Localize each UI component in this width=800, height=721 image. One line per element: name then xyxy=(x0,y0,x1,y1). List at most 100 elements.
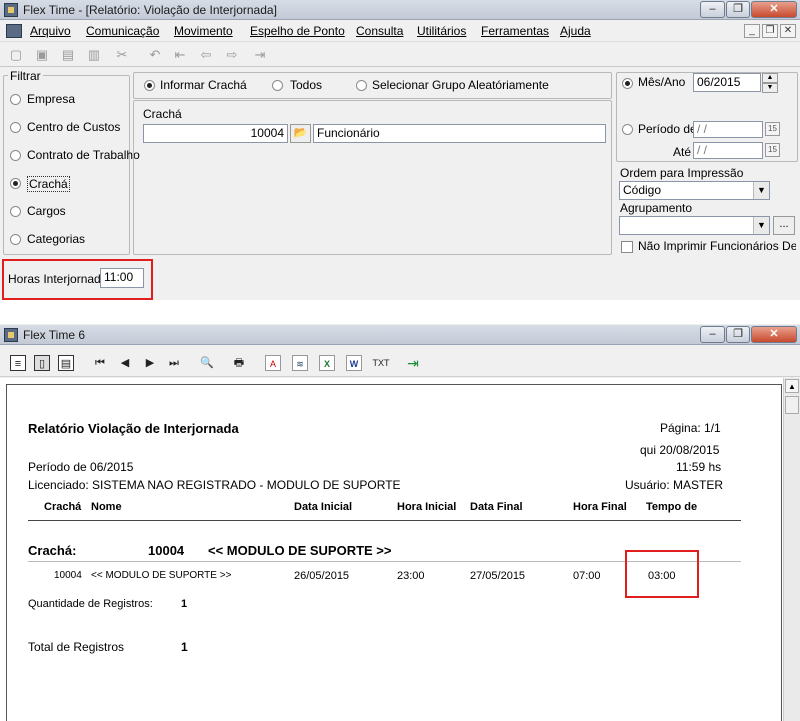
group-name: << MODULO DE SUPORTE >> xyxy=(208,543,392,558)
whole-page-icon[interactable]: ≡ xyxy=(10,355,26,371)
ordem-select[interactable]: Código ▼ xyxy=(619,181,770,200)
cracha-label: Crachá xyxy=(143,107,182,121)
menu-ferramentas[interactable]: Ferramentas xyxy=(481,24,549,38)
agrupamento-more-button[interactable]: ... xyxy=(773,216,795,235)
menu-comunicacao[interactable]: Comunicação xyxy=(86,24,159,38)
mdi-restore-button[interactable]: ❐ xyxy=(762,24,778,38)
qty-label: Quantidade de Registros: xyxy=(28,598,153,610)
report-title: Relatório Violação de Interjornada xyxy=(28,421,239,436)
excel-export-icon[interactable]: X xyxy=(319,355,335,371)
first-page-icon[interactable]: ⏮ xyxy=(93,355,107,371)
mes-ano-down-button[interactable]: ▼ xyxy=(762,83,778,93)
prev-icon[interactable]: ⇦ xyxy=(198,47,214,63)
radio-centro-de-custos[interactable] xyxy=(10,122,21,133)
last-icon[interactable]: ⇥ xyxy=(252,47,268,63)
menu-espelho-de-ponto[interactable]: Espelho de Ponto xyxy=(250,24,345,38)
chevron-down-icon[interactable]: ▼ xyxy=(753,217,769,234)
radio-periodo[interactable] xyxy=(622,124,633,135)
folder-search-icon[interactable]: 📂 xyxy=(290,124,311,143)
menu-movimento[interactable]: Movimento xyxy=(174,24,233,38)
html-export-icon[interactable]: ≋ xyxy=(292,355,308,371)
radio-cracha[interactable] xyxy=(10,178,21,189)
next-page-icon[interactable]: ▶ xyxy=(143,355,157,371)
prev-page-icon[interactable]: ◀ xyxy=(118,355,132,371)
radio-cargos[interactable] xyxy=(10,206,21,217)
column-header-cracha: Crachá xyxy=(44,501,82,513)
close-button[interactable]: ✕ xyxy=(751,326,797,343)
copy-icon[interactable]: ▣ xyxy=(34,47,50,63)
menu-ajuda[interactable]: Ajuda xyxy=(560,24,591,38)
periodo-from-input[interactable]: / / xyxy=(693,121,763,138)
row-data-inicial: 26/05/2015 xyxy=(294,570,350,582)
ordem-label: Ordem para Impressão xyxy=(620,166,744,180)
agrupamento-select[interactable]: ▼ xyxy=(619,216,770,235)
mdi-close-button[interactable]: ✕ xyxy=(780,24,796,38)
chevron-down-icon[interactable]: ▼ xyxy=(753,182,769,199)
radio-categorias[interactable] xyxy=(10,234,21,245)
mdi-minimize-button[interactable]: _ xyxy=(744,24,760,38)
scroll-up-arrow[interactable]: ▲ xyxy=(785,379,799,393)
cut-icon[interactable]: ✂ xyxy=(114,47,130,63)
report-window-title: Flex Time 6 xyxy=(23,328,86,342)
label-informar-cracha: Informar Crachá xyxy=(160,78,247,92)
minimize-button[interactable]: – xyxy=(700,326,725,343)
vertical-scrollbar[interactable]: ▲ xyxy=(783,378,800,721)
radio-todos[interactable] xyxy=(272,80,283,91)
total-label: Total de Registros xyxy=(28,640,125,654)
zoom-100-icon[interactable]: ▤ xyxy=(58,355,74,371)
radio-mes-ano[interactable] xyxy=(622,78,633,89)
column-header-data-final: Data Final xyxy=(470,501,523,513)
radio-grupo-aleatorio[interactable] xyxy=(356,80,367,91)
radio-empresa[interactable] xyxy=(10,94,21,105)
maximize-button[interactable]: ❐ xyxy=(726,326,750,343)
menu-utilitarios[interactable]: Utilitários xyxy=(417,24,466,38)
minimize-button[interactable]: – xyxy=(700,1,725,18)
first-icon[interactable]: ⇤ xyxy=(172,47,188,63)
label-todos: Todos xyxy=(290,78,323,92)
cracha-input[interactable]: 10004 xyxy=(143,124,288,143)
menu-arquivo[interactable]: Arquivo xyxy=(30,24,71,38)
report-titlebar: Flex Time 6 – ❐ ✕ xyxy=(0,325,800,345)
no-print-checkbox[interactable] xyxy=(621,241,633,253)
close-button[interactable]: ✕ xyxy=(751,1,797,18)
periodo-to-input[interactable]: / / xyxy=(693,142,763,159)
app-icon xyxy=(4,3,18,17)
label-cracha: Crachá xyxy=(27,176,70,192)
mes-ano-up-button[interactable]: ▲ xyxy=(762,73,778,83)
mes-ano-input[interactable]: 06/2015 xyxy=(693,73,761,92)
column-header-nome: Nome xyxy=(91,501,122,513)
radio-informar-cracha[interactable] xyxy=(144,80,155,91)
printer-icon[interactable]: 🖶 xyxy=(230,355,248,371)
highlight-box-tempo xyxy=(625,550,699,598)
last-page-icon[interactable]: ⏭ xyxy=(167,355,181,371)
next-icon[interactable]: ⇨ xyxy=(224,47,240,63)
window-gap xyxy=(0,300,800,324)
menu-consulta[interactable]: Consulta xyxy=(356,24,403,38)
word-export-icon[interactable]: W xyxy=(346,355,362,371)
column-header-hora-inicial: Hora Inicial xyxy=(397,501,457,513)
txt-export-button[interactable]: TXT xyxy=(370,355,392,371)
report-toolbar: ≡ ▯ ▤ ⏮ ◀ ▶ ⏭ 🔍 🖶 A ≋ X W TXT ⇥ xyxy=(0,347,800,377)
column-header-data-inicial: Data Inicial xyxy=(294,501,353,513)
employee-name-field: Funcionário xyxy=(313,124,606,143)
calendar-icon[interactable]: 15 xyxy=(765,143,780,157)
toolbar: ▢ ▣ ▤ ▥ ✂ ↶ ⇤ ⇦ ⇨ ⇥ xyxy=(0,43,800,67)
save-icon[interactable]: ▥ xyxy=(86,47,102,63)
calendar-icon[interactable]: 15 xyxy=(765,122,780,136)
label-empresa: Empresa xyxy=(27,92,76,106)
new-icon[interactable]: ▢ xyxy=(8,47,24,63)
ate-label: Até xyxy=(673,145,692,159)
qty-value: 1 xyxy=(181,598,188,610)
paste-icon[interactable]: ▤ xyxy=(60,47,76,63)
pdf-export-icon[interactable]: A xyxy=(265,355,281,371)
find-icon[interactable]: 🔍 xyxy=(198,355,216,371)
maximize-button[interactable]: ❐ xyxy=(726,1,750,18)
page-width-icon[interactable]: ▯ xyxy=(34,355,50,371)
radio-contrato-de-trabalho[interactable] xyxy=(10,150,21,161)
label-centro-de-custos: Centro de Custos xyxy=(27,120,121,134)
row-hora-final: 07:00 xyxy=(573,570,601,582)
undo-icon[interactable]: ↶ xyxy=(147,47,163,63)
exit-icon[interactable]: ⇥ xyxy=(403,355,423,371)
row-cracha: 10004 xyxy=(54,570,82,581)
scroll-thumb[interactable] xyxy=(785,396,799,414)
